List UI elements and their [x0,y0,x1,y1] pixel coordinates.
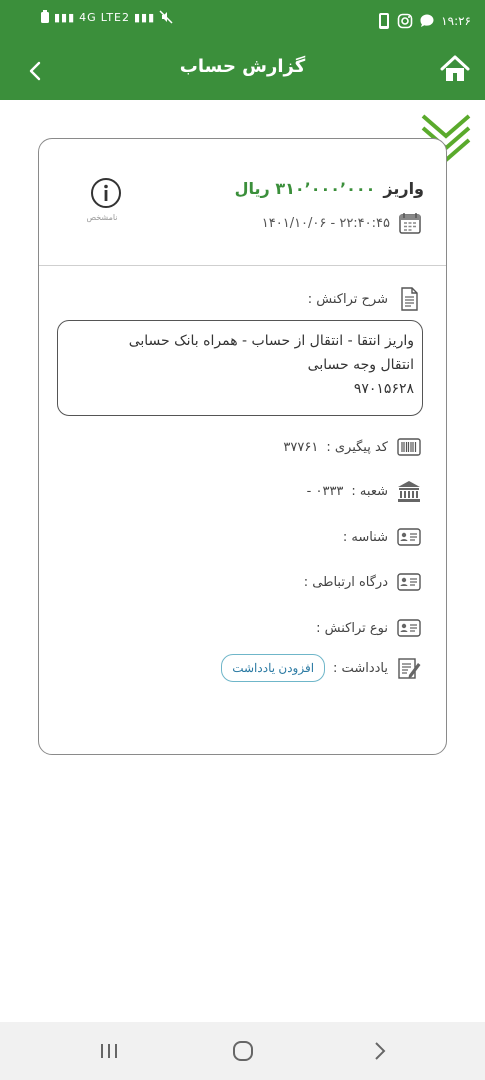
back-nav-button[interactable] [365,1038,395,1064]
info-icon[interactable] [90,177,122,209]
chevron-right-icon [375,1042,386,1060]
id-row: شناسه : [343,524,422,550]
branch-row: شعبه : ۰۳۳۳ - [307,478,422,504]
id-card-icon [397,573,421,591]
transaction-card: واریز ۳۱۰٬۰۰۰٬۰۰۰ ریال ۱۴۰۱/۱۰/۰۶ - ۲۲:۴… [38,138,447,755]
mute-icon [159,10,173,24]
tracking-row: کد پیگیری : ۳۷۷۶۱ [283,434,422,460]
add-note-button[interactable]: افزودن یادداشت [221,654,326,682]
id-card-icon [397,528,421,546]
app-bar: گزارش حساب [0,42,485,100]
transaction-type-row: نوع تراکنش : [316,615,422,641]
description-box: واریز انتقا - انتقال از حساب - همراه بان… [57,320,423,416]
signal-icon-2: ▮▮▮ [134,10,156,24]
phone-icon [379,13,390,29]
page-title: گزارش حساب [179,56,306,77]
description-line-2: انتقال وجه حسابی [307,357,414,373]
clock: ۱۹:۲۶ [441,14,471,28]
chat-icon [420,14,434,27]
recents-button[interactable] [94,1038,124,1064]
document-icon [401,287,418,311]
status-right: ۱۹:۲۶ [377,12,471,30]
branch-value: ۰۳۳۳ - [306,483,344,499]
tracking-value: ۳۷۷۶۱ [283,439,319,455]
edit-note-icon [398,658,421,679]
recents-icon [101,1044,117,1058]
home-circle-icon [233,1041,253,1061]
deposit-amount: ۳۱۰٬۰۰۰٬۰۰۰ ریال [234,179,376,198]
info-caption: نامشخص [86,213,118,222]
deposit-label: واریز [383,179,424,198]
description-line-1: واریز انتقا - انتقال از حساب - همراه بان… [128,333,414,349]
instagram-icon [397,13,413,29]
calendar-icon [399,213,421,234]
note-row: یادداشت : افزودن یادداشت [221,654,422,682]
id-card-icon [397,619,421,637]
gateway-row: درگاه ارتباطی : [304,569,422,595]
note-label: یادداشت : [333,660,388,676]
network-type-right: LTE2 [100,10,130,24]
signal-icon: ▮▮▮ [54,10,76,24]
gateway-label: درگاه ارتباطی : [303,574,388,590]
system-nav-bar [0,1022,485,1080]
status-left: ▮▮▮ 4G LTE2 ▮▮▮ [40,10,173,24]
tracking-label: کد پیگیری : [326,439,388,455]
battery-icon [41,10,49,23]
transaction-datetime: ۱۴۰۱/۱۰/۰۶ - ۲۲:۴۰:۴۵ [261,215,390,231]
date-line: ۱۴۰۱/۱۰/۰۶ - ۲۲:۴۰:۴۵ [262,211,422,235]
barcode-icon [397,438,421,456]
network-type-left: 4G [79,10,97,24]
bank-icon [398,481,420,502]
description-row: شرح تراکنش : [308,286,422,312]
home-nav-button[interactable] [228,1038,258,1064]
id-label: شناسه : [342,529,388,545]
info-area: نامشخص [86,177,123,222]
description-line-3: ۹۷۰۱۵۶۲۸ [353,381,414,397]
header-divider [39,265,446,266]
status-bar: ▮▮▮ 4G LTE2 ▮▮▮ ۱۹:۲۶ [0,0,485,42]
deposit-line: واریز ۳۱۰٬۰۰۰٬۰۰۰ ریال [235,179,424,198]
home-icon[interactable] [439,52,471,86]
transaction-type-label: نوع تراکنش : [316,620,388,636]
description-label: شرح تراکنش : [307,291,388,307]
branch-label: شعبه : [351,483,388,499]
